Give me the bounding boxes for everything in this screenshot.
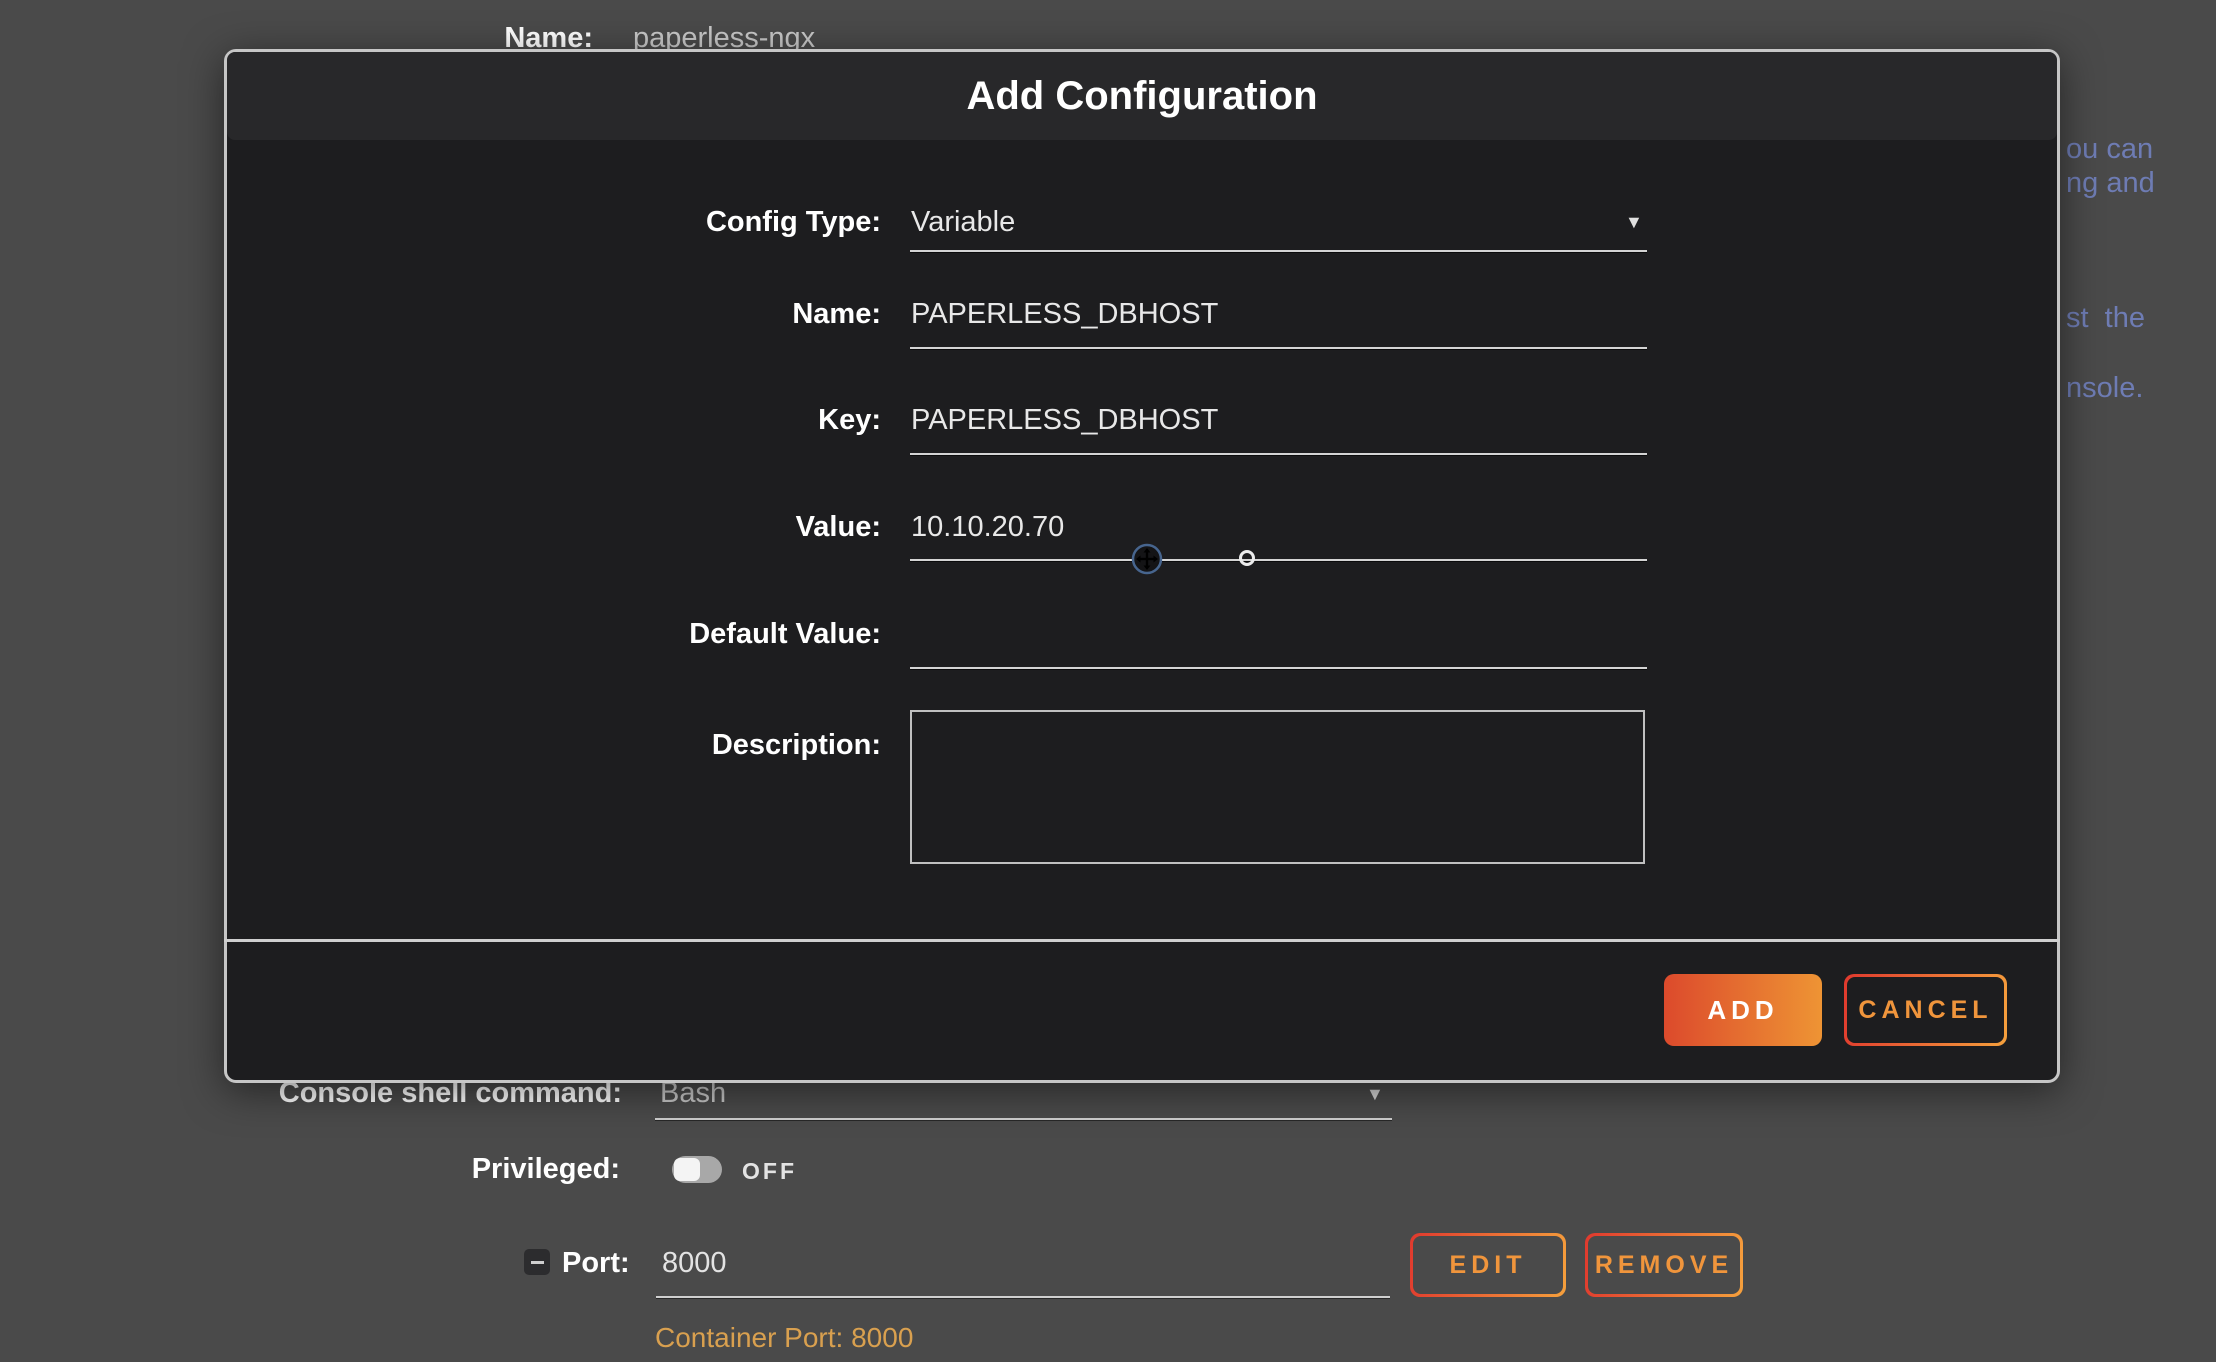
dialog-title: Add Configuration — [227, 52, 2057, 140]
name-input[interactable]: PAPERLESS_DBHOST — [911, 297, 1646, 331]
key-input[interactable]: PAPERLESS_DBHOST — [911, 403, 1646, 437]
cancel-button[interactable]: CANCEL — [1844, 974, 2007, 1046]
default-value-input-underline — [910, 667, 1647, 669]
privileged-state-label: OFF — [742, 1158, 797, 1185]
config-type-select[interactable]: Variable — [911, 205, 1646, 239]
move-cursor-icon — [1131, 543, 1163, 575]
description-label: Description: — [227, 728, 881, 762]
name-input-underline — [910, 347, 1647, 349]
value-input-underline — [910, 559, 1647, 561]
minus-icon — [531, 1261, 544, 1264]
description-textarea[interactable] — [910, 710, 1645, 864]
port-input-underline — [656, 1296, 1390, 1298]
value-input[interactable]: 10.10.20.70 — [911, 510, 1646, 544]
config-type-label: Config Type: — [227, 205, 881, 239]
name-label: Name: — [227, 297, 881, 331]
collapse-section-icon[interactable] — [524, 1249, 550, 1275]
dialog-footer-divider — [224, 939, 2060, 942]
default-value-label: Default Value: — [227, 617, 881, 651]
port-input[interactable]: 8000 — [662, 1246, 727, 1280]
container-port-note: Container Port: 8000 — [655, 1322, 913, 1354]
help-text-fragment: st the — [2066, 301, 2145, 335]
remove-button-label: REMOVE — [1588, 1236, 1740, 1294]
help-text-fragment: ou can — [2066, 132, 2153, 166]
dialog-header: Add Configuration — [227, 52, 2057, 140]
privileged-toggle[interactable] — [672, 1156, 722, 1183]
add-button[interactable]: ADD — [1664, 974, 1822, 1046]
config-type-underline — [910, 250, 1647, 252]
privileged-label: Privileged: — [340, 1152, 620, 1186]
key-input-underline — [910, 453, 1647, 455]
port-label: Port: — [562, 1246, 630, 1280]
value-label: Value: — [227, 510, 881, 544]
edit-button-label: EDIT — [1413, 1236, 1563, 1294]
chevron-down-icon: ▼ — [1625, 205, 1643, 239]
console-shell-command-underline — [655, 1118, 1392, 1120]
cancel-button-label: CANCEL — [1847, 977, 2004, 1043]
help-text-fragment: nsole. — [2066, 371, 2143, 405]
help-text-fragment: ng and — [2066, 166, 2155, 200]
edit-button[interactable]: EDIT — [1410, 1233, 1566, 1297]
toggle-knob — [674, 1158, 700, 1181]
remove-button[interactable]: REMOVE — [1585, 1233, 1743, 1297]
click-indicator-icon — [1239, 550, 1255, 566]
key-label: Key: — [227, 403, 881, 437]
